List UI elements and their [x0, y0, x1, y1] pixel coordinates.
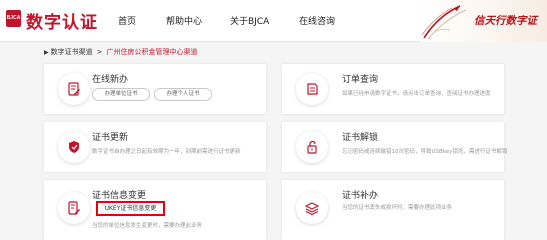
site-logo-text[interactable]: 数字认证 — [26, 8, 98, 33]
breadcrumb-root[interactable]: 数字证书渠道 — [51, 47, 93, 57]
nav-about-bjca[interactable]: 关于BJCA — [230, 14, 269, 27]
bjca-logo-badge[interactable]: BJCA — [6, 10, 21, 27]
nav-online-consult[interactable]: 在线咨询 — [299, 14, 335, 27]
card-order-query[interactable]: 订单查询 如果已经申请数字证书，请点击订单查询，查阅证书办理进度 — [282, 64, 504, 114]
breadcrumb-separator: > — [96, 48, 103, 56]
card-title: 在线新办 — [92, 75, 129, 85]
card-desc: 当您的单位信息发生变更时，需要办理此业务 — [92, 223, 203, 229]
card-cert-reissue[interactable]: 证书补办 当您的证书丢失或损坏时，需要办理此项业务 — [282, 180, 504, 240]
card-desc: 当您的证书丢失或损坏时，需要办理此项业务 — [342, 205, 453, 211]
apply-unit-cert-button[interactable]: 办理单位证书 — [92, 88, 150, 101]
order-query-icon — [296, 73, 328, 105]
layers-icon — [296, 192, 328, 224]
card-desc: 忘记密码或连续输错10次密码，导致USBkey锁死，需进行证书解锁 — [342, 149, 508, 155]
shield-refresh-icon — [58, 131, 90, 163]
card-title: 证书补办 — [342, 191, 379, 201]
top-header: BJCA 数字认证 首页 帮助中心 关于BJCA 在线咨询 信天行数字证 — [0, 0, 547, 42]
unlock-icon — [296, 131, 328, 163]
info-edit-icon — [58, 192, 90, 224]
ukey-info-change-button[interactable]: UKEY证书信息变更 — [96, 201, 165, 216]
card-cert-renew[interactable]: 证书更新 数字证书自办理之日起有效期为一年，到期前需进行证书更新 — [44, 122, 266, 172]
breadcrumb-arrow-icon: ▶ — [44, 48, 49, 56]
card-title: 证书解锁 — [342, 133, 379, 143]
card-title: 证书更新 — [92, 133, 129, 143]
slogan-text: 信天行数字证 — [474, 15, 537, 27]
apply-personal-cert-button[interactable]: 办理个人证书 — [154, 88, 212, 101]
card-title: 证书信息变更 — [92, 191, 147, 201]
card-cert-unlock[interactable]: 证书解锁 忘记密码或连续输错10次密码，导致USBkey锁死，需进行证书解锁 — [282, 122, 508, 172]
card-desc: 如果已经申请数字证书，请点击订单查询，查阅证书办理进度 — [342, 91, 491, 97]
breadcrumb: ▶ 数字证书渠道 > 广州住房公积金管理中心渠道 — [44, 46, 198, 58]
rocket-emblem-icon — [421, 5, 467, 40]
breadcrumb-current: 广州住房公积金管理中心渠道 — [106, 48, 198, 56]
nav-help-center[interactable]: 帮助中心 — [166, 14, 202, 27]
slogan-banner: 信天行数字证 — [420, 0, 547, 42]
card-desc: 数字证书自办理之日起有效期为一年，到期前需进行证书更新 — [92, 149, 241, 155]
card-title: 订单查询 — [342, 75, 379, 85]
logo-badge-text: BJCA — [6, 15, 21, 21]
card-online-apply[interactable]: 在线新办 办理单位证书 办理个人证书 — [44, 64, 266, 114]
document-edit-icon — [58, 73, 90, 105]
nav-home[interactable]: 首页 — [118, 14, 136, 27]
